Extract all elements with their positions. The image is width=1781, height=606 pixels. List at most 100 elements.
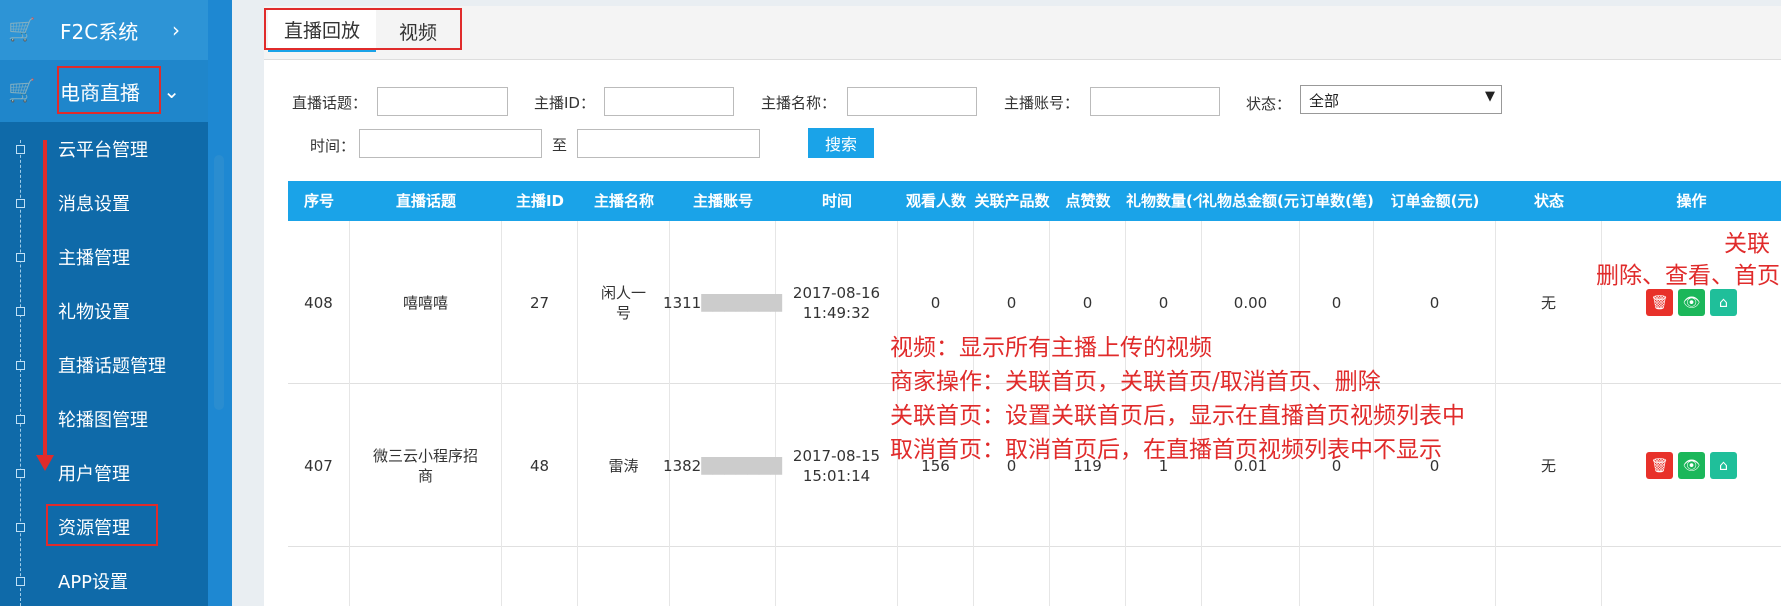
cell-status: 无 [1496, 384, 1602, 547]
annotation-line: 关联首页：设置关联首页后，显示在直播首页视频列表中 [890, 403, 1465, 429]
header-cell: 直播话题 [395, 192, 456, 210]
cell-empty [974, 547, 1050, 606]
tree-node-icon [16, 414, 25, 424]
cell-empty [1374, 547, 1496, 606]
sidebar-item-label: 消息设置 [58, 194, 130, 215]
cell-empty [1050, 547, 1126, 606]
time-clock: 11:49:32 [802, 303, 871, 322]
anchor-name-input[interactable] [847, 87, 977, 116]
header-cell: 操作 [1676, 192, 1707, 210]
chevron-right-icon: › [172, 18, 180, 42]
eye-icon[interactable]: 👁 [1678, 289, 1705, 316]
cell-empty [1202, 547, 1300, 606]
time-to-label: 至 [552, 136, 568, 154]
cell-empty [578, 547, 670, 606]
tree-node-icon [16, 198, 25, 208]
annotation-arrow-head [36, 455, 54, 471]
anchor-id-input[interactable] [604, 87, 734, 116]
header-cell: 主播ID [515, 192, 565, 210]
search-button[interactable]: 搜索 [808, 128, 874, 158]
sidebar-item-anchors[interactable]: 主播管理 [0, 230, 208, 284]
cell-time: 2017-08-16 11:49:32 [776, 221, 898, 384]
header-cell: 礼物数量(个) [1126, 192, 1202, 210]
tab-bar: 直播回放 视频 [264, 6, 1781, 60]
cell-account: 1311 ███████ [663, 221, 782, 384]
header-cell: 状态 [1533, 192, 1564, 210]
header-cell: 观看人数 [905, 192, 966, 210]
ops-group: 🗑 👁 ⌂ [1646, 289, 1737, 316]
cell-empty [350, 547, 502, 606]
tree-node-icon [16, 306, 25, 316]
cell-status: 无 [1496, 221, 1602, 384]
header-cell: 时间 [821, 192, 852, 210]
anchor-id-label: 主播ID： [534, 94, 595, 112]
sidebar-item-f2c[interactable]: 🛒 F2C系统 › [0, 0, 208, 60]
sidebar-item-label: 云平台管理 [58, 140, 148, 161]
sidebar-item-label: 礼物设置 [58, 302, 130, 323]
cell-anchor-name: 雷涛 [578, 384, 670, 547]
sidebar-item-users[interactable]: 用户管理 [0, 446, 208, 500]
sidebar-scrollbar[interactable] [214, 155, 224, 410]
annotation-arrow [43, 140, 47, 460]
cell-empty [288, 547, 350, 606]
cart-icon: 🛒 [8, 78, 36, 104]
cell-empty [1126, 547, 1202, 606]
table-row [288, 547, 1781, 606]
sidebar-item-cloud[interactable]: 云平台管理 [0, 122, 208, 176]
sidebar-item-label: 用户管理 [58, 464, 130, 485]
header-cell: 订单数(笔) [1300, 192, 1374, 210]
sidebar-item-messages[interactable]: 消息设置 [0, 176, 208, 230]
anchor-name-label: 主播名称： [761, 94, 837, 112]
cell-anchor-id: 48 [502, 384, 578, 547]
annotation-ops-desc: 删除、查看、首页 [1596, 263, 1780, 289]
cell-account: 1382 ███████ [663, 384, 782, 547]
cell-order-amount: 0 [1374, 221, 1496, 384]
cell-empty [1496, 547, 1602, 606]
trash-icon[interactable]: 🗑 [1646, 452, 1673, 479]
blurred-digits: ███████ [701, 293, 782, 312]
header-cell: 订单金额(元) [1390, 192, 1480, 210]
cell-ops: 🗑 👁 ⌂ [1602, 384, 1781, 547]
home-icon[interactable]: ⌂ [1710, 452, 1737, 479]
status-select[interactable]: 全部 ▼ [1300, 85, 1502, 114]
annotation-box-live [57, 66, 161, 114]
anchor-account-input[interactable] [1090, 87, 1220, 116]
cell-empty [1300, 547, 1374, 606]
home-icon[interactable]: ⌂ [1710, 289, 1737, 316]
time-end-input[interactable] [577, 129, 760, 158]
tree-node-icon [16, 468, 25, 478]
header-cell: 主播名称 [593, 192, 654, 210]
cell-topic: 微三云小程序招商 [350, 384, 502, 547]
header-cell: 点赞数 [1065, 192, 1111, 210]
eye-icon[interactable]: 👁 [1678, 452, 1705, 479]
cell-anchor-id: 27 [502, 221, 578, 384]
header-cell: 序号 [303, 192, 334, 210]
time-start-input[interactable] [359, 129, 542, 158]
status-label: 状态： [1246, 95, 1292, 113]
annotation-line: 取消首页：取消首页后，在直播首页视频列表中不显示 [890, 437, 1442, 463]
header-cell: 关联产品数 [974, 192, 1050, 210]
tree-node-icon [16, 576, 25, 586]
annotation-box-resources [46, 504, 158, 546]
cell-id: 407 [288, 384, 350, 547]
annotation-box-tabs [264, 8, 462, 50]
sidebar-item-app-settings[interactable]: APP设置 [0, 554, 208, 606]
tree-node-icon [16, 360, 25, 370]
tree-node-icon [16, 252, 25, 262]
sidebar-item-gifts[interactable]: 礼物设置 [0, 284, 208, 338]
cell-empty [898, 547, 974, 606]
cell-orders: 0 [1300, 221, 1374, 384]
trash-icon[interactable]: 🗑 [1646, 289, 1673, 316]
time-date: 2017-08-16 [792, 283, 881, 302]
annotation-ops-title: 关联 [1724, 231, 1770, 257]
status-select-value: 全部 [1309, 92, 1340, 110]
topic-label: 直播话题： [292, 94, 368, 112]
header-cell: 主播账号 [692, 192, 753, 210]
sidebar-item-label: 主播管理 [58, 248, 130, 269]
time-label: 时间： [310, 137, 356, 155]
topic-input[interactable] [377, 87, 508, 116]
sidebar-item-carousel[interactable]: 轮播图管理 [0, 392, 208, 446]
main-panel: 直播回放 视频 直播话题： 主播ID： 主播名称： 主播账号： 状态： 全部 ▼… [264, 6, 1781, 606]
time-date: 2017-08-15 [792, 446, 881, 465]
sidebar-item-topics[interactable]: 直播话题管理 [0, 338, 208, 392]
